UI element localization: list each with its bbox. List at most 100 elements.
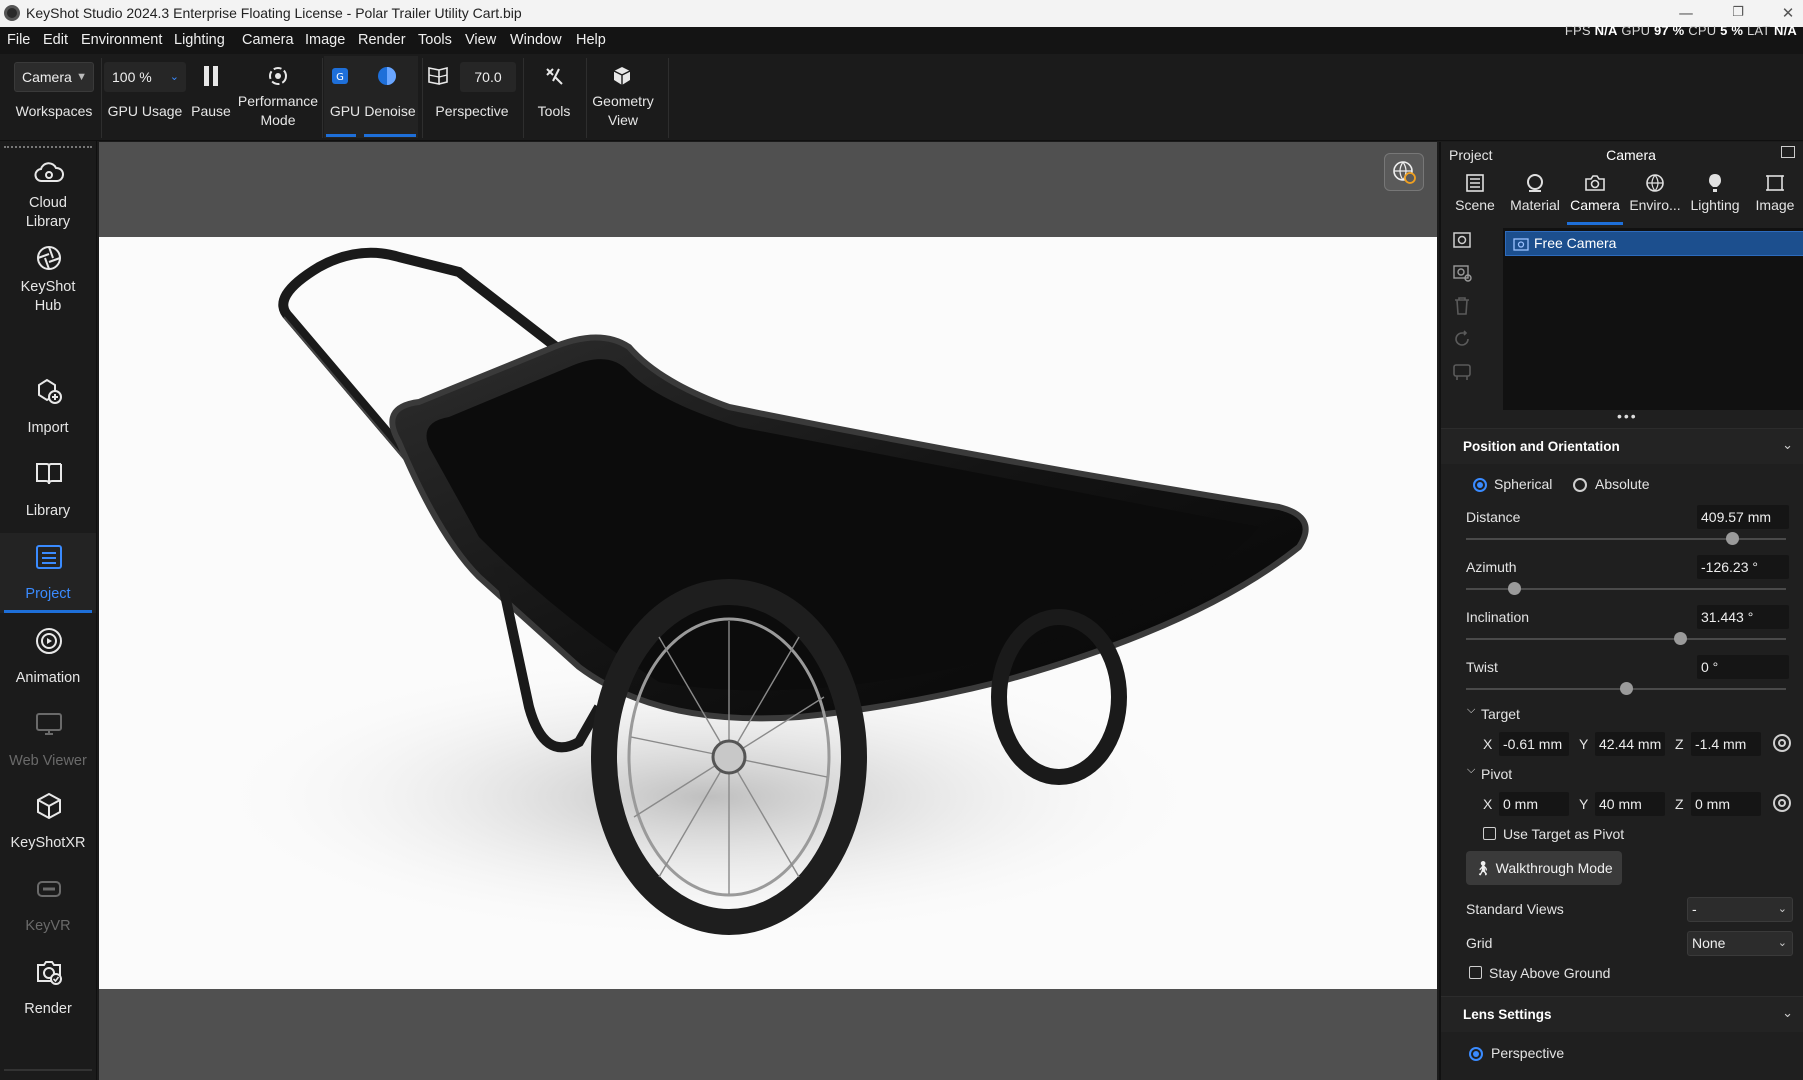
tab-label: Material: [1510, 197, 1560, 213]
restore-button[interactable]: ❐: [1718, 2, 1758, 24]
perspective-grid-icon[interactable]: [424, 62, 452, 90]
chevron-down-icon[interactable]: ⌵: [1467, 704, 1475, 717]
more-options-icon[interactable]: •••: [1617, 408, 1638, 424]
spherical-radio[interactable]: [1473, 478, 1487, 492]
sidebar-label: Library: [25, 503, 71, 519]
sidebar-item-keyshot-hub[interactable]: KeyShot Hub: [0, 240, 96, 320]
gpu-usage-select[interactable]: 100 % ⌄: [104, 62, 186, 92]
twist-slider-thumb[interactable]: [1620, 682, 1633, 695]
stay-above-ground-checkbox[interactable]: [1469, 966, 1482, 979]
gpu-label: GPU: [1621, 23, 1651, 38]
menu-file[interactable]: File: [7, 32, 30, 48]
ribbon-toolbar: Camera ▼ Workspaces 100 % ⌄ GPU Usage Pa…: [0, 54, 1803, 141]
menu-render[interactable]: Render: [358, 32, 406, 48]
performance-mode-label-2: Mode: [260, 112, 296, 128]
lens-perspective-radio[interactable]: [1469, 1047, 1483, 1061]
delete-camera-icon[interactable]: [1449, 294, 1475, 318]
walkthrough-mode-button[interactable]: 🚶︎ Walkthrough Mode: [1466, 851, 1622, 885]
menu-view[interactable]: View: [465, 32, 496, 48]
tab-label: Camera: [1570, 197, 1620, 213]
field-of-view-input[interactable]: 70.0: [460, 62, 516, 92]
target-x-input[interactable]: -0.61 mm: [1499, 732, 1569, 756]
chevron-down-icon[interactable]: ⌵: [1467, 764, 1475, 777]
camera-item-icon: [1513, 238, 1529, 251]
menu-tools[interactable]: Tools: [418, 32, 452, 48]
pivot-y-input[interactable]: 40 mm: [1595, 792, 1665, 816]
camera-settings-icon[interactable]: [1449, 360, 1475, 384]
tab-material[interactable]: Material: [1507, 172, 1563, 213]
pause-icon[interactable]: [197, 62, 225, 90]
sidebar-item-render[interactable]: Render: [0, 954, 96, 1024]
distance-slider-thumb[interactable]: [1725, 532, 1739, 545]
sidebar-label: Web Viewer: [9, 753, 87, 769]
inclination-slider[interactable]: [1466, 638, 1786, 640]
stay-above-ground-label: Stay Above Ground: [1489, 965, 1611, 981]
inclination-input[interactable]: 31.443 °: [1697, 605, 1789, 629]
grid-select[interactable]: None ⌄: [1687, 931, 1793, 956]
sidebar-label: Animation: [15, 670, 81, 686]
sidebar-grip[interactable]: [4, 146, 92, 148]
sidebar-item-import[interactable]: Import: [0, 373, 96, 443]
workspace-select[interactable]: Camera ▼: [14, 62, 94, 92]
menu-camera[interactable]: Camera: [242, 32, 294, 48]
geometry-view-icon[interactable]: [608, 62, 636, 90]
menu-environment[interactable]: Environment: [81, 32, 162, 48]
standard-views-select[interactable]: - ⌄: [1687, 897, 1793, 922]
panel-header-project[interactable]: Project: [1449, 147, 1493, 163]
pivot-z-label: Z: [1675, 796, 1684, 812]
minimize-button[interactable]: —: [1666, 2, 1706, 24]
sidebar-item-cloud-library[interactable]: Cloud Library: [0, 156, 96, 236]
menu-image[interactable]: Image: [305, 32, 345, 48]
distance-input[interactable]: 409.57 mm: [1697, 505, 1789, 529]
pick-pivot-icon[interactable]: [1773, 794, 1791, 812]
pick-target-icon[interactable]: [1773, 734, 1791, 752]
render-image[interactable]: [99, 237, 1437, 989]
pause-button[interactable]: Pause: [188, 102, 234, 121]
pivot-y-label: Y: [1579, 796, 1589, 812]
twist-input[interactable]: 0 °: [1697, 655, 1789, 679]
reset-camera-icon[interactable]: [1449, 327, 1475, 351]
section-title: Lens Settings: [1463, 1007, 1552, 1022]
position-orientation-header[interactable]: Position and Orientation ⌄: [1441, 428, 1803, 464]
tab-scene[interactable]: Scene: [1447, 172, 1503, 213]
sidebar-item-keyshotxr[interactable]: KeyShotXR: [0, 788, 96, 868]
list-item[interactable]: Free Camera: [1505, 231, 1803, 256]
chevron-down-icon: ⌄: [1777, 903, 1787, 915]
target-z-input[interactable]: -1.4 mm: [1691, 732, 1761, 756]
tab-lighting[interactable]: Lighting: [1687, 172, 1743, 213]
tools-icon[interactable]: [540, 62, 568, 90]
perspective-label: Perspective: [435, 103, 509, 119]
undock-icon[interactable]: [1781, 146, 1795, 158]
menu-help[interactable]: Help: [576, 32, 606, 48]
play-circle-icon: [33, 625, 65, 657]
sidebar-item-animation[interactable]: Animation: [0, 623, 96, 693]
tab-environment[interactable]: Enviro...: [1627, 172, 1683, 213]
duplicate-camera-icon[interactable]: [1449, 261, 1475, 285]
environment-globe-button[interactable]: [1384, 153, 1424, 191]
absolute-radio[interactable]: [1573, 478, 1587, 492]
azimuth-input[interactable]: -126.23 °: [1697, 555, 1789, 579]
performance-mode-icon[interactable]: [264, 62, 292, 90]
add-camera-icon[interactable]: [1449, 228, 1475, 252]
tab-image[interactable]: Image: [1747, 172, 1803, 213]
close-button[interactable]: ✕: [1768, 2, 1803, 24]
pivot-x-input[interactable]: 0 mm: [1499, 792, 1569, 816]
azimuth-slider-thumb[interactable]: [1508, 582, 1521, 595]
sidebar-item-library[interactable]: Library: [0, 456, 96, 526]
target-x-label: X: [1483, 736, 1493, 752]
fps-value: N/A: [1594, 23, 1618, 38]
menu-edit[interactable]: Edit: [43, 32, 68, 48]
pivot-z-input[interactable]: 0 mm: [1691, 792, 1761, 816]
sidebar-item-web-viewer[interactable]: Web Viewer: [0, 706, 96, 776]
lens-settings-header[interactable]: Lens Settings ⌄: [1441, 996, 1803, 1032]
use-target-as-pivot-checkbox[interactable]: [1483, 827, 1496, 840]
azimuth-label: Azimuth: [1466, 559, 1517, 575]
menu-window[interactable]: Window: [510, 32, 562, 48]
sidebar-item-project[interactable]: Project: [0, 533, 96, 613]
target-y-input[interactable]: 42.44 mm: [1595, 732, 1665, 756]
inclination-slider-thumb[interactable]: [1674, 632, 1688, 645]
sidebar-item-keyvr[interactable]: KeyVR: [0, 871, 96, 941]
menu-lighting[interactable]: Lighting: [174, 32, 225, 48]
tab-camera[interactable]: Camera: [1567, 172, 1623, 225]
menu-bar: File Edit Environment Lighting Camera Im…: [0, 23, 1803, 54]
